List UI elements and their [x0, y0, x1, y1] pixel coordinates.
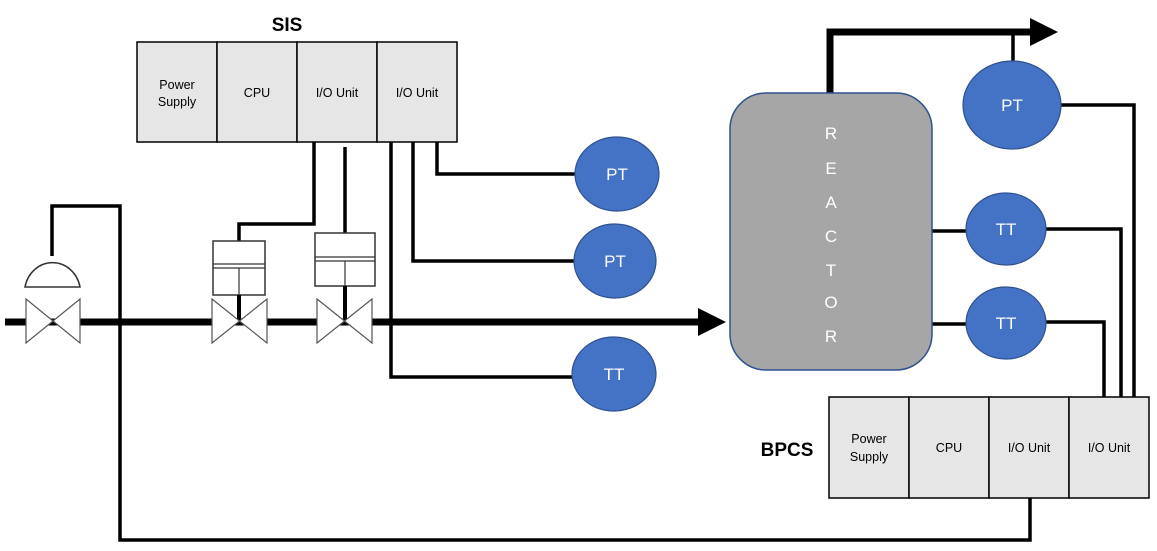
instrument-tag: PT	[1001, 96, 1023, 115]
bpcs-title: BPCS	[761, 440, 814, 461]
instrument-tag: TT	[996, 314, 1017, 333]
module-label: I/O Unit	[396, 86, 439, 100]
instrument-tag: TT	[604, 365, 625, 384]
bpcs-temperature-transmitter-1: TT	[965, 192, 1047, 266]
sis-pressure-transmitter-2: PT	[573, 223, 657, 299]
module-label: I/O Unit	[1088, 441, 1131, 455]
diaphragm-actuator-icon	[24, 261, 81, 288]
bpcs-module-cpu: CPU	[908, 396, 990, 499]
sis-pressure-transmitter-1: PT	[574, 136, 660, 212]
bpcs-pt-signal-line	[1060, 103, 1136, 398]
sis-tt-signal-line	[389, 141, 576, 379]
module-label: I/O Unit	[316, 86, 359, 100]
reactor: R E A C T O R	[729, 92, 933, 371]
sis-shutdown-valve-1	[211, 240, 268, 345]
module-label: CPU	[244, 86, 270, 100]
bpcs-module-io-unit-1: I/O Unit	[988, 396, 1070, 499]
sis-module-cpu: CPU	[216, 41, 298, 143]
bpcs-temperature-transmitter-2: TT	[965, 286, 1047, 360]
reactor-letter: C	[825, 227, 837, 246]
sis-module-power-supply: Power Supply	[136, 41, 218, 143]
instrument-tag: PT	[606, 165, 628, 184]
module-label: CPU	[936, 441, 962, 455]
module-label-line1: Power	[851, 432, 886, 446]
instrument-tag: PT	[604, 252, 626, 271]
sis-pt1-signal-line	[435, 141, 576, 176]
reactor-letter: R	[825, 327, 837, 346]
sis-shutdown-valve-2	[314, 232, 376, 345]
sis-rack: Power Supply CPU I/O Unit I/O Unit	[136, 41, 458, 143]
sis-module-io-unit-1: I/O Unit	[296, 41, 378, 143]
reactor-letter: E	[825, 159, 836, 178]
reactor-letter: A	[825, 193, 837, 212]
bpcs-module-power-supply: Power Supply	[828, 396, 910, 499]
sis-temperature-transmitter: TT	[571, 336, 657, 412]
bpcs-module-io-unit-2: I/O Unit	[1068, 396, 1150, 499]
control-valve	[24, 261, 81, 345]
sis-title: SIS	[272, 15, 303, 36]
sis-module-io-unit-2: I/O Unit	[376, 41, 458, 143]
reactor-letter: R	[825, 124, 837, 143]
module-label-line2: Supply	[850, 450, 889, 464]
bpcs-pressure-transmitter: PT	[962, 60, 1062, 150]
sis-bpcs-diagram: R E A C T O R PT PT TT PT TT TT SIS Powe…	[5, 15, 1150, 542]
module-label: I/O Unit	[1008, 441, 1051, 455]
reactor-letter: O	[824, 293, 837, 312]
module-label-line1: Power	[159, 78, 194, 92]
valve-body-icon	[25, 297, 81, 345]
instrument-tag: TT	[996, 220, 1017, 239]
module-label-line2: Supply	[158, 95, 197, 109]
sis-valve1-signal-line	[237, 141, 316, 241]
bpcs-rack: Power Supply CPU I/O Unit I/O Unit	[828, 396, 1150, 499]
reactor-letter: T	[826, 261, 836, 280]
